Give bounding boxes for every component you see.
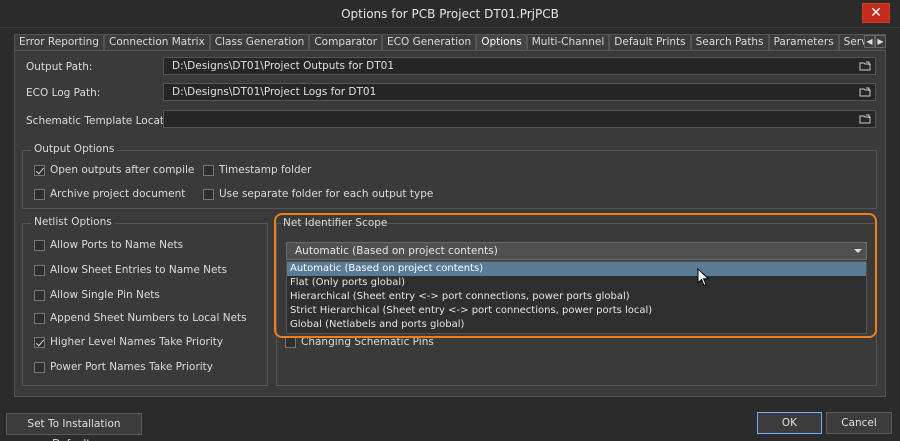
timestamp-folder-checkbox[interactable]: Timestamp folder bbox=[203, 164, 311, 176]
tab-multi-channel[interactable]: Multi-Channel bbox=[526, 34, 610, 50]
separate-folder-label: Use separate folder for each output type bbox=[219, 188, 434, 200]
schematic-template-label: Schematic Template Location: bbox=[26, 115, 184, 127]
checkbox-checked-icon[interactable] bbox=[34, 336, 45, 348]
checkbox-icon[interactable] bbox=[34, 289, 45, 301]
timestamp-folder-label: Timestamp folder bbox=[219, 164, 312, 176]
tab-connection-matrix[interactable]: Connection Matrix bbox=[103, 34, 210, 50]
output-path-label: Output Path: bbox=[26, 61, 93, 73]
archive-project-checkbox[interactable]: Archive project document bbox=[34, 188, 185, 200]
checkbox-checked-icon[interactable] bbox=[34, 164, 45, 176]
set-installation-defaults-button[interactable]: Set To Installation Defaults bbox=[6, 413, 142, 441]
open-outputs-label: Open outputs after compile bbox=[50, 164, 195, 176]
allow-single-pin-checkbox[interactable]: Allow Single Pin Nets bbox=[34, 289, 160, 301]
allow-sheet-entries-checkbox[interactable]: Allow Sheet Entries to Name Nets bbox=[34, 264, 227, 276]
folder-browse-icon[interactable] bbox=[859, 60, 871, 72]
tab-comparator[interactable]: Comparator bbox=[309, 34, 383, 50]
eco-log-path-value: D:\Designs\DT01\Project Logs for DT01 bbox=[172, 86, 377, 98]
allow-sheet-entries-label: Allow Sheet Entries to Name Nets bbox=[50, 264, 228, 276]
tab-default-prints[interactable]: Default Prints bbox=[609, 34, 691, 50]
tab-strip: Error Reporting Connection Matrix Class … bbox=[14, 34, 886, 50]
netlist-options-title: Netlist Options bbox=[31, 216, 115, 228]
window-title: Options for PCB Project DT01.PrjPCB bbox=[341, 7, 559, 21]
checkbox-icon[interactable] bbox=[34, 264, 45, 276]
cancel-button[interactable]: Cancel bbox=[826, 412, 892, 434]
mouse-cursor-icon bbox=[697, 268, 710, 287]
tab-error-reporting[interactable]: Error Reporting bbox=[14, 34, 104, 50]
checkbox-icon[interactable] bbox=[34, 361, 45, 373]
output-path-value: D:\Designs\DT01\Project Outputs for DT01 bbox=[172, 60, 394, 72]
tab-scroll-left-icon[interactable]: ◀ bbox=[864, 35, 875, 48]
allow-single-pin-label: Allow Single Pin Nets bbox=[50, 289, 160, 301]
tab-scroll-buttons: ◀ ▶ bbox=[864, 35, 886, 48]
callout-highlight-frame bbox=[274, 213, 877, 338]
checkbox-icon[interactable] bbox=[285, 336, 296, 348]
output-options-group: Output Options bbox=[22, 143, 877, 209]
title-bar: Options for PCB Project DT01.PrjPCB ✕ bbox=[0, 0, 900, 28]
folder-browse-icon[interactable] bbox=[859, 113, 871, 125]
ok-button[interactable]: OK bbox=[757, 412, 822, 434]
output-options-title: Output Options bbox=[31, 143, 118, 155]
close-button[interactable]: ✕ bbox=[862, 3, 890, 23]
checkbox-icon[interactable] bbox=[34, 188, 45, 200]
tab-scroll-right-icon[interactable]: ▶ bbox=[875, 35, 886, 48]
archive-project-label: Archive project document bbox=[50, 188, 186, 200]
power-port-names-checkbox[interactable]: Power Port Names Take Priority bbox=[34, 361, 213, 373]
allow-ports-checkbox[interactable]: Allow Ports to Name Nets bbox=[34, 239, 183, 251]
higher-level-names-checkbox[interactable]: Higher Level Names Take Priority bbox=[34, 336, 223, 348]
eco-log-path-field[interactable]: D:\Designs\DT01\Project Logs for DT01 bbox=[163, 83, 876, 101]
higher-level-names-label: Higher Level Names Take Priority bbox=[50, 336, 224, 348]
output-path-field[interactable]: D:\Designs\DT01\Project Outputs for DT01 bbox=[163, 57, 876, 75]
open-outputs-checkbox[interactable]: Open outputs after compile bbox=[34, 164, 194, 176]
schematic-template-field[interactable] bbox=[163, 110, 876, 128]
checkbox-icon[interactable] bbox=[203, 164, 214, 176]
append-sheet-numbers-checkbox[interactable]: Append Sheet Numbers to Local Nets bbox=[34, 312, 247, 324]
separate-folder-checkbox[interactable]: Use separate folder for each output type bbox=[203, 188, 433, 200]
checkbox-icon[interactable] bbox=[203, 188, 214, 200]
tab-options[interactable]: Options bbox=[476, 34, 527, 50]
tab-search-paths[interactable]: Search Paths bbox=[690, 34, 769, 50]
allow-ports-label: Allow Ports to Name Nets bbox=[50, 239, 184, 251]
tab-class-generation[interactable]: Class Generation bbox=[209, 34, 310, 50]
power-port-names-label: Power Port Names Take Priority bbox=[50, 361, 214, 373]
append-sheet-numbers-label: Append Sheet Numbers to Local Nets bbox=[50, 312, 247, 324]
tab-parameters[interactable]: Parameters bbox=[768, 34, 839, 50]
folder-browse-icon[interactable] bbox=[859, 86, 871, 98]
checkbox-icon[interactable] bbox=[34, 239, 45, 251]
tab-eco-generation[interactable]: ECO Generation bbox=[382, 34, 477, 50]
eco-log-path-label: ECO Log Path: bbox=[26, 87, 101, 99]
checkbox-icon[interactable] bbox=[34, 312, 45, 324]
